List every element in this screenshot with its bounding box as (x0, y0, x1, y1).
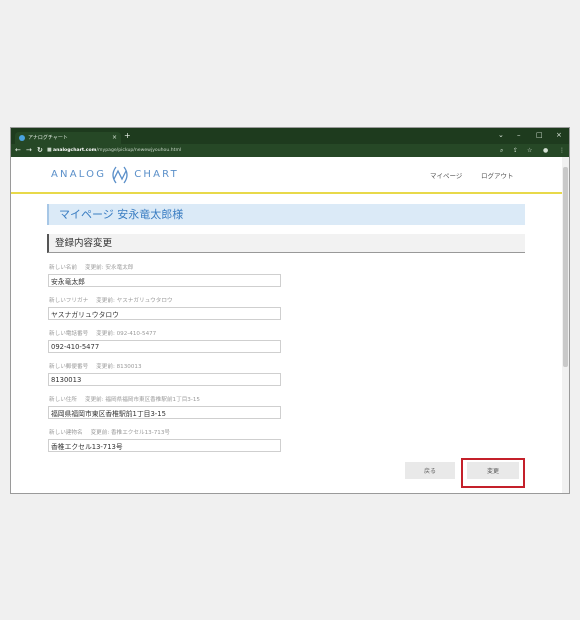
name-input[interactable] (48, 274, 281, 287)
section-heading: 登録内容変更 (47, 234, 525, 253)
favicon-icon (19, 135, 25, 141)
phone-input[interactable] (48, 340, 281, 353)
zoom-icon[interactable]: ⌕ (500, 145, 503, 156)
logout-link[interactable]: ログアウト (481, 171, 514, 181)
lock-icon: ■ (47, 147, 52, 153)
back-arrow-icon[interactable]: ← (15, 145, 21, 156)
building-label: 新しい建物名 変更前: 香椎エクセル13-713号 (49, 430, 170, 436)
site-logo[interactable]: ANALOG CHART (51, 165, 179, 185)
furigana-label: 新しいフリガナ 変更前: ヤスナガリュウタロウ (49, 298, 173, 304)
page-title: マイページ 安永竜太郎様 (47, 204, 525, 225)
postal-code-input[interactable] (48, 373, 281, 386)
page-title-text: マイページ 安永竜太郎様 (59, 208, 184, 221)
bookmark-star-icon[interactable]: ☆ (527, 145, 532, 156)
close-window-icon[interactable]: × (556, 130, 562, 140)
tab-strip: アナログチャート × + ⌄ – □ × (11, 128, 569, 144)
logo-text-right: CHART (134, 169, 179, 180)
logo-mark-icon (112, 166, 128, 184)
address-label: 新しい住所 変更前: 福岡県福岡市東区香椎駅前1丁目3-15 (49, 397, 200, 403)
tab-title: アナログチャート (28, 135, 68, 141)
name-label: 新しい名前 変更前: 安永竜太郎 (49, 265, 134, 271)
menu-dots-icon[interactable]: ⋮ (559, 145, 565, 156)
tab-close-icon[interactable]: × (112, 133, 117, 143)
url-path: /mypage/pickup/newewjyouhou.html (96, 148, 182, 153)
minimize-icon[interactable]: – (517, 130, 521, 140)
change-button[interactable]: 変更 (467, 462, 519, 479)
page-scrollbar[interactable] (562, 157, 569, 493)
furigana-input[interactable] (48, 307, 281, 320)
address-input[interactable] (48, 406, 281, 419)
site-header: ANALOG CHART マイページ ログアウト (11, 157, 564, 194)
tab-search-icon[interactable]: ⌄ (498, 130, 504, 140)
url-domain: analogchart.com (53, 148, 97, 153)
section-heading-text: 登録内容変更 (55, 238, 113, 249)
profile-icon[interactable]: ● (543, 145, 548, 156)
url-field[interactable]: analogchart.com/mypage/pickup/newewjyouh… (53, 146, 501, 155)
share-icon[interactable]: ⇪ (513, 145, 518, 156)
scrollbar-thumb[interactable] (563, 167, 568, 367)
back-button[interactable]: 戻る (405, 462, 455, 479)
reload-icon[interactable]: ↻ (37, 145, 43, 156)
phone-label: 新しい電話番号 変更前: 092-410-5477 (49, 331, 157, 337)
browser-window: アナログチャート × + ⌄ – □ × ← → ↻ ■ analogchart… (10, 127, 570, 494)
address-bar: ← → ↻ ■ analogchart.com/mypage/pickup/ne… (11, 144, 569, 157)
new-tab-icon[interactable]: + (124, 131, 131, 141)
forward-arrow-icon[interactable]: → (26, 145, 32, 156)
postal-code-label: 新しい郵便番号 変更前: 8130013 (49, 364, 142, 370)
mypage-link[interactable]: マイページ (430, 171, 462, 181)
browser-tab[interactable]: アナログチャート × (15, 132, 121, 144)
maximize-icon[interactable]: □ (536, 130, 543, 140)
building-input[interactable] (48, 439, 281, 452)
logo-text-left: ANALOG (51, 169, 107, 180)
